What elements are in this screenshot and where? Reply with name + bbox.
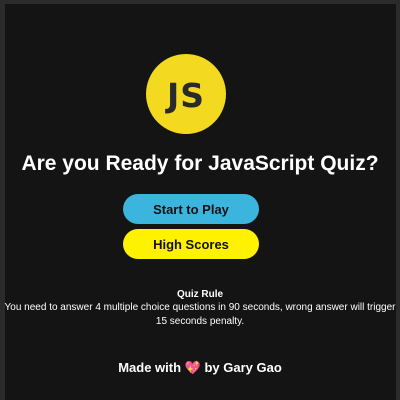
- high-scores-button[interactable]: High Scores: [123, 229, 259, 259]
- window-top-edge: [0, 0, 400, 4]
- quiz-start-page: JS Are you Ready for JavaScript Quiz? St…: [0, 0, 400, 400]
- start-to-play-button[interactable]: Start to Play: [123, 194, 259, 224]
- footer-prefix: Made with: [118, 360, 182, 375]
- window-left-edge: [0, 0, 5, 400]
- javascript-logo: JS: [146, 54, 226, 134]
- quiz-rule-text: You need to answer 4 multiple choice que…: [4, 302, 396, 327]
- footer-credit: Made with 💖 by Gary Gao: [0, 360, 400, 376]
- page-title: Are you Ready for JavaScript Quiz?: [21, 152, 379, 175]
- window-right-edge: [396, 0, 400, 400]
- heart-icon: 💖: [184, 360, 201, 375]
- logo-text: JS: [166, 75, 206, 115]
- footer-suffix: by Gary Gao: [204, 360, 282, 375]
- quiz-rule-heading: Quiz Rule: [176, 289, 224, 300]
